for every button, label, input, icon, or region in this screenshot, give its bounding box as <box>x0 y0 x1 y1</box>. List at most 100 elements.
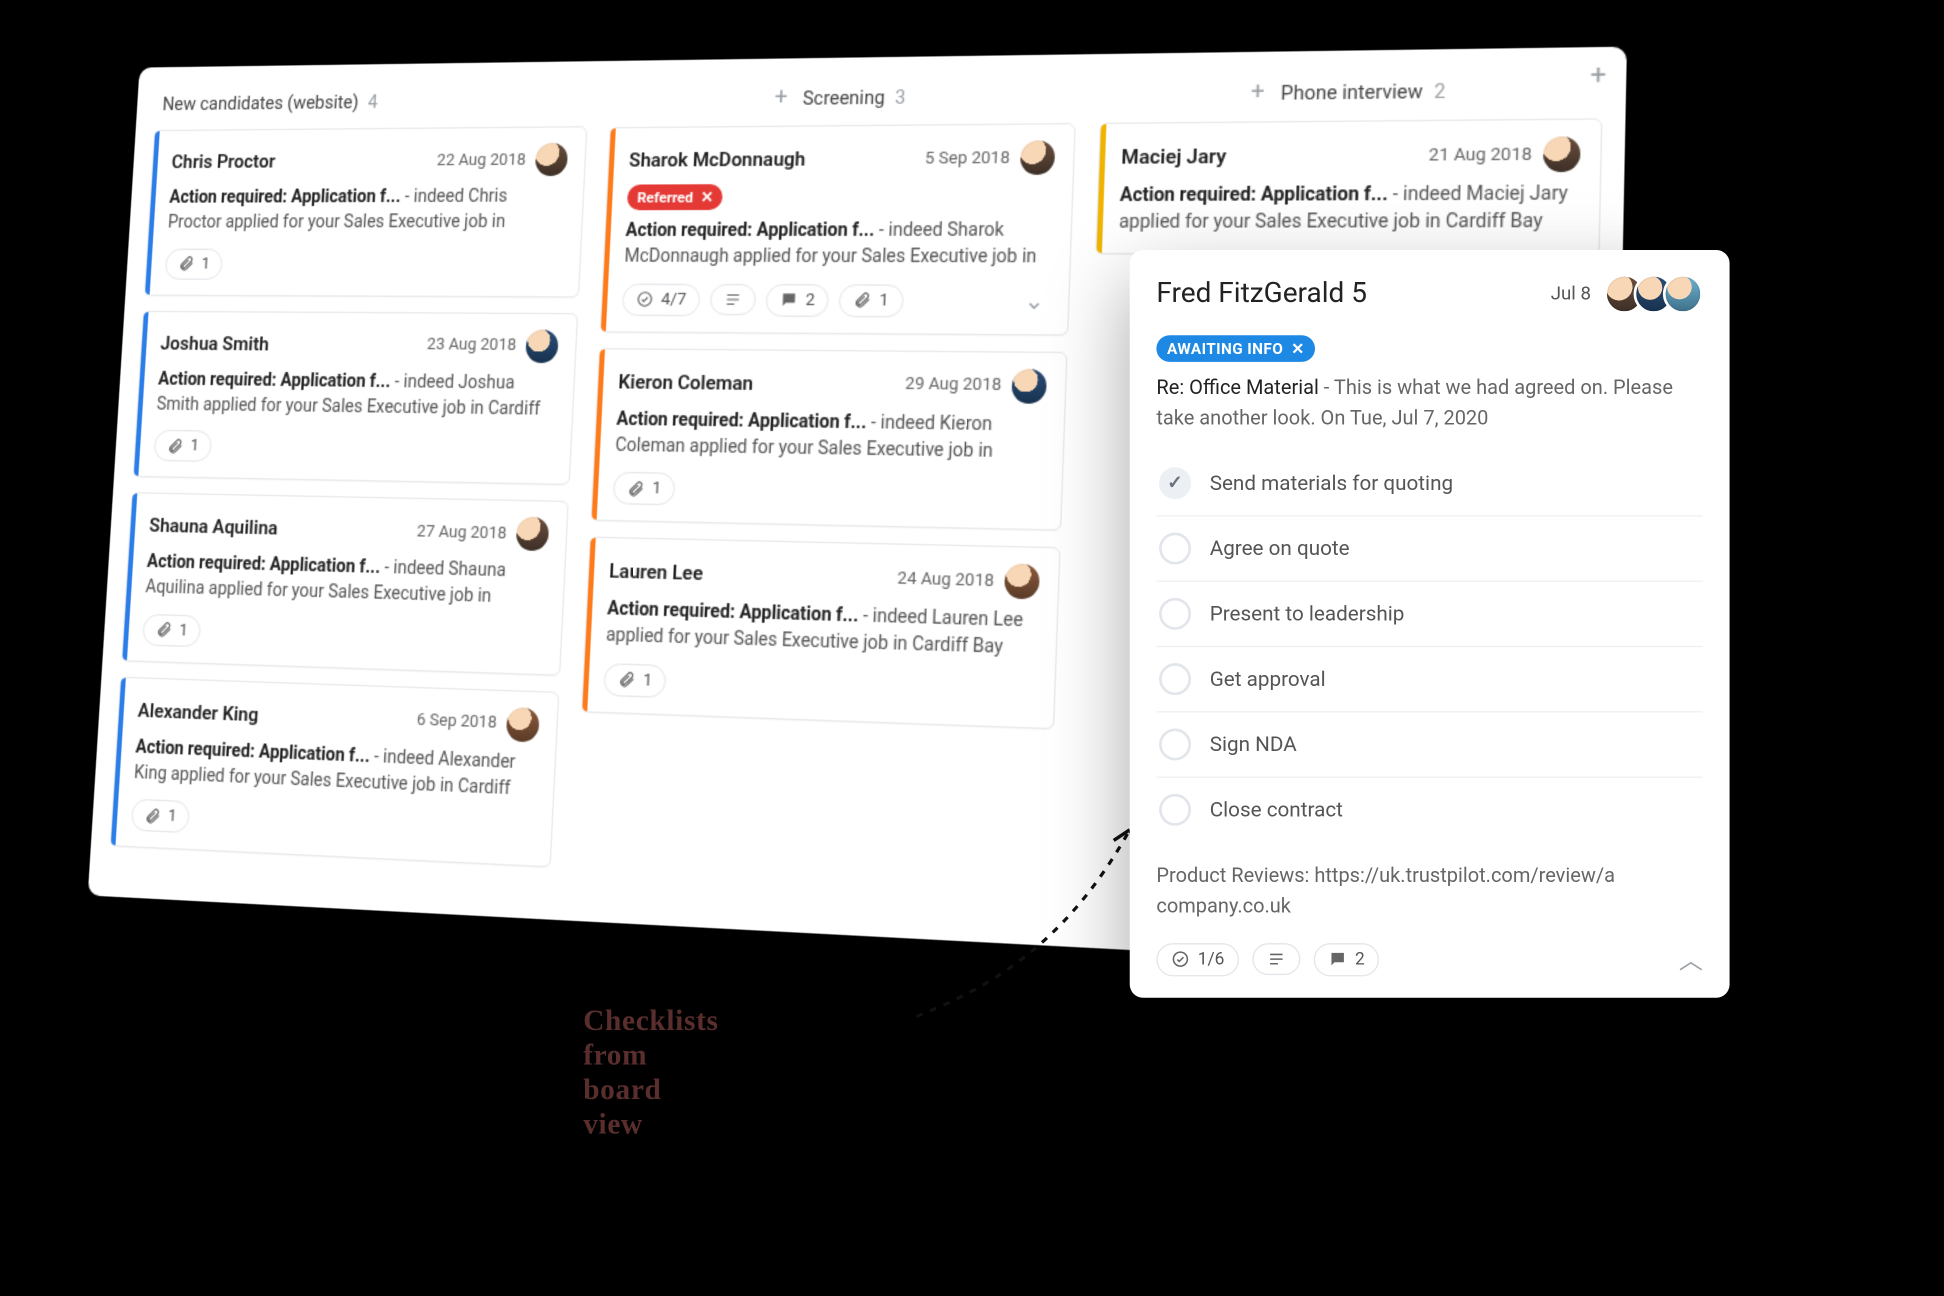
checkbox[interactable] <box>1159 728 1191 760</box>
comments-count: 2 <box>1355 949 1365 969</box>
annotation-text: Checklists from board view <box>583 1003 718 1142</box>
avatar <box>1020 140 1056 175</box>
add-card-icon[interactable]: + <box>774 87 788 110</box>
card-pills: 4/7 2 1 ⌄ <box>622 283 1051 318</box>
column-title: New candidates (website) <box>162 92 359 115</box>
card-body: Action required: Application f... - inde… <box>615 406 1046 466</box>
close-icon[interactable]: ✕ <box>1291 339 1304 358</box>
detail-note: Product Reviews: https://uk.trustpilot.c… <box>1156 860 1703 920</box>
card-body: Action required: Application f... - inde… <box>624 217 1053 271</box>
checklist: Send materials for quoting Agree on quote… <box>1156 451 1703 842</box>
card-pills: 1 <box>153 430 553 468</box>
progress-pill[interactable]: 4/7 <box>622 283 701 316</box>
column-title: Phone interview <box>1281 80 1424 104</box>
attach-pill[interactable]: 1 <box>142 613 202 647</box>
avatar <box>506 707 540 742</box>
card-lead: Action required: Application f... <box>146 552 380 578</box>
card-name: Lauren Lee <box>609 559 704 585</box>
pill-text: 1 <box>167 807 177 827</box>
checkbox[interactable] <box>1159 467 1191 499</box>
card-lead: Action required: Application f... <box>625 220 875 241</box>
kanban-card[interactable]: Joshua Smith23 Aug 2018Action required: … <box>133 310 579 485</box>
attach-icon <box>167 437 184 455</box>
notes-icon <box>1267 950 1286 969</box>
checklist-label: Close contract <box>1210 798 1343 822</box>
notes-icon <box>724 291 743 309</box>
card-name: Sharok McDonnaugh <box>629 147 806 171</box>
column-header[interactable]: +Phone interview2 <box>1100 63 1604 122</box>
column-header[interactable]: New candidates (website)4 <box>154 76 590 130</box>
card-stripe <box>134 311 149 476</box>
checklist-item[interactable]: Close contract <box>1156 778 1703 842</box>
column-count: 3 <box>895 86 906 108</box>
comments-pill[interactable]: 2 <box>1314 942 1380 975</box>
checklist-item[interactable]: Sign NDA <box>1156 713 1703 778</box>
card-name: Shauna Aquilina <box>149 514 279 540</box>
attach-icon <box>617 670 636 689</box>
chevron-down-icon[interactable]: ⌄ <box>1018 287 1050 315</box>
avatar <box>525 329 559 363</box>
checklist-item[interactable]: Agree on quote <box>1156 517 1703 582</box>
attach-pill[interactable]: 1 <box>153 430 213 462</box>
checklist-label: Send materials for quoting <box>1210 471 1453 495</box>
kanban-card[interactable]: Kieron Coleman29 Aug 2018Action required… <box>590 348 1067 532</box>
card-date: 23 Aug 2018 <box>426 335 516 355</box>
attach-pill[interactable]: 1 <box>612 472 676 506</box>
status-tag[interactable]: AWAITING INFO ✕ <box>1156 335 1315 362</box>
card-stripe <box>601 128 616 330</box>
card-stripe <box>111 678 126 846</box>
avatar <box>1663 274 1703 314</box>
board-column: +Phone interview2Maciej Jary21 Aug 2018A… <box>1095 63 1604 270</box>
card-stripe <box>122 494 137 660</box>
attach-icon <box>627 479 645 498</box>
pill-text: 1 <box>179 621 189 640</box>
checkbox[interactable] <box>1159 663 1191 695</box>
comment-icon <box>1328 950 1347 969</box>
add-column-button[interactable]: + <box>1590 58 1607 91</box>
progress-pill[interactable]: 1/6 <box>1156 942 1239 975</box>
checklist-item[interactable]: Send materials for quoting <box>1156 451 1703 516</box>
checklist-item[interactable]: Present to leadership <box>1156 582 1703 647</box>
kanban-card[interactable]: Shauna Aquilina27 Aug 2018Action require… <box>121 492 569 675</box>
checkbox[interactable] <box>1159 598 1191 630</box>
kanban-card[interactable]: Chris Proctor22 Aug 2018Action required:… <box>144 126 588 297</box>
add-card-icon[interactable]: + <box>1250 81 1265 105</box>
progress-text: 1/6 <box>1198 949 1225 969</box>
checkbox[interactable] <box>1159 533 1191 565</box>
checklist-item[interactable]: Get approval <box>1156 647 1703 712</box>
avatar <box>535 143 569 176</box>
checkbox[interactable] <box>1159 794 1191 826</box>
kanban-card[interactable]: Maciej Jary21 Aug 2018Action required: A… <box>1095 118 1602 254</box>
pill-text: 4/7 <box>661 290 687 310</box>
close-icon[interactable]: ✕ <box>700 188 713 206</box>
card-pills: 1 <box>130 799 534 850</box>
column-header[interactable]: +Screening3 <box>610 70 1078 127</box>
comments-pill[interactable]: 2 <box>765 284 830 317</box>
card-tag[interactable]: Referred ✕ <box>627 184 724 210</box>
kanban-card[interactable]: Sharok McDonnaugh5 Sep 2018Referred✕Acti… <box>600 123 1076 335</box>
kanban-card[interactable]: Alexander King6 Sep 2018Action required:… <box>110 676 560 868</box>
card-body: Action required: Application f... - inde… <box>133 734 537 803</box>
card-name: Chris Proctor <box>171 150 276 173</box>
attach-pill[interactable]: 1 <box>839 284 904 317</box>
card-tag-label: Referred <box>637 188 694 206</box>
notes-pill[interactable] <box>709 284 756 315</box>
checklist-label: Present to leadership <box>1210 602 1405 626</box>
status-tag-label: AWAITING INFO <box>1167 339 1283 358</box>
notes-pill[interactable] <box>1252 943 1300 975</box>
pill-text: 1 <box>190 437 200 456</box>
attach-pill[interactable]: 1 <box>164 248 223 279</box>
card-pills: 1 <box>164 248 562 280</box>
card-body: Action required: Application f... - inde… <box>605 596 1038 663</box>
card-stripe <box>145 131 160 294</box>
card-stripe <box>1097 124 1107 252</box>
kanban-card[interactable]: Lauren Lee24 Aug 2018Action required: Ap… <box>581 537 1061 730</box>
pill-text: 2 <box>805 290 815 310</box>
pill-text: 1 <box>879 290 889 310</box>
attach-pill[interactable]: 1 <box>603 663 667 698</box>
card-date: 22 Aug 2018 <box>436 150 526 170</box>
comments-icon <box>780 291 799 309</box>
attach-pill[interactable]: 1 <box>130 799 190 834</box>
collapse-button[interactable]: ︿ <box>1679 942 1703 977</box>
detail-title: Fred FitzGerald 5 <box>1156 278 1367 310</box>
